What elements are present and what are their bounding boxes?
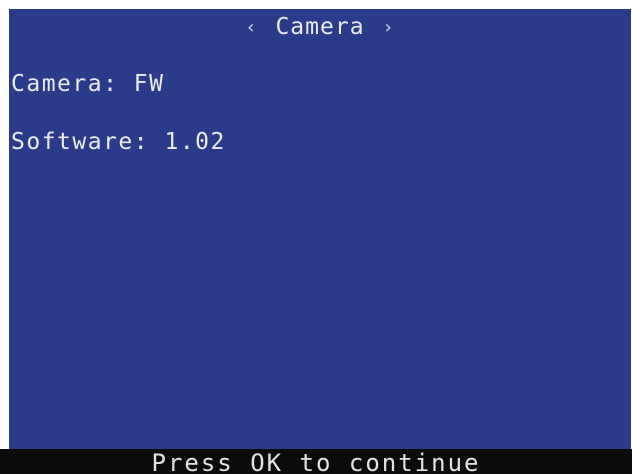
software-label: Software: bbox=[11, 129, 150, 155]
software-version-value: 1.02 bbox=[164, 129, 226, 155]
camera-info-row: Camera: FW bbox=[11, 71, 165, 97]
camera-label: Camera: bbox=[11, 71, 119, 97]
continue-prompt[interactable]: Press OK to continue bbox=[0, 449, 632, 474]
title-bar: ‹ Camera › bbox=[9, 13, 631, 41]
chevron-left-icon[interactable]: ‹ bbox=[239, 17, 263, 38]
chevron-right-icon[interactable]: › bbox=[377, 17, 401, 38]
software-info-row: Software: 1.02 bbox=[11, 129, 226, 155]
page-title: Camera bbox=[275, 14, 365, 40]
camera-info-screen: ‹ Camera › Camera: FW Software: 1.02 bbox=[9, 9, 631, 449]
camera-value: FW bbox=[133, 71, 165, 97]
